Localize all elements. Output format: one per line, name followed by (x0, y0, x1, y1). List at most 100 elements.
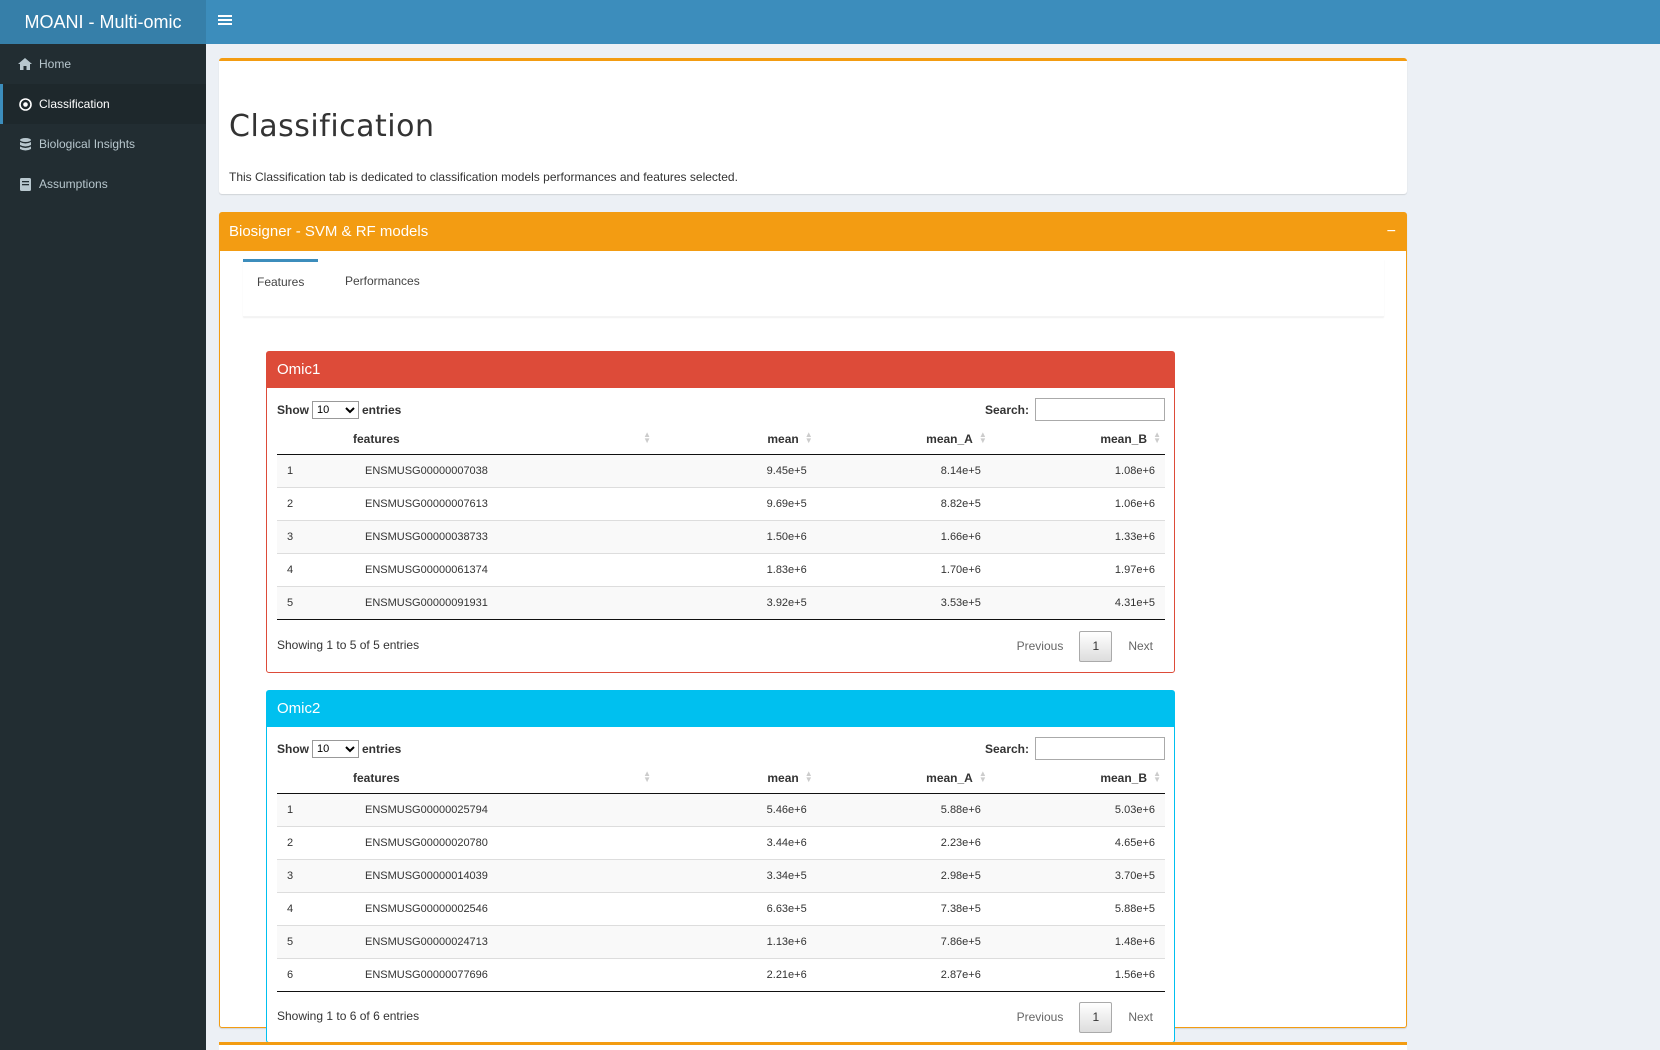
row-index: 6 (277, 957, 355, 991)
table-row: 2 ENSMUSG00000020780 3.44e+6 2.23e+6 4.6… (277, 825, 1165, 859)
mean-cell: 1.13e+6 (655, 924, 817, 958)
sidebar-item-classification[interactable]: Classification (0, 84, 206, 124)
mean-a-cell: 1.70e+6 (816, 552, 991, 586)
sidebar-item-label: Biological Insights (39, 137, 136, 151)
feature-cell: ENSMUSG00000024713 (355, 924, 655, 958)
mean-cell: 3.34e+5 (655, 858, 817, 892)
mean-a-cell: 3.53e+5 (816, 585, 991, 619)
collapse-icon[interactable]: − (1387, 213, 1396, 251)
page-title: Classification (229, 109, 435, 144)
next-button[interactable]: Next (1116, 1010, 1165, 1024)
sidebar-item-biological-insights[interactable]: Biological Insights (0, 124, 206, 164)
model-box-header: Biosigner - SVM & RF models − (220, 213, 1406, 251)
feature-cell: ENSMUSG00000038733 (355, 519, 655, 553)
entries-label: entries (362, 742, 402, 756)
tab-features[interactable]: Features (243, 259, 319, 302)
omic1-table: features ▲ ▼ mean ▲ ▼ mean_A ▲ ▼ mean_B ▲ ▼ 1 EN… (277, 424, 1165, 620)
mean-b-cell: 1.06e+6 (990, 486, 1165, 520)
model-box: Biosigner - SVM & RF models − Features P… (219, 212, 1407, 1043)
sidebar-item-label: Classification (39, 97, 110, 111)
next-box-edge (219, 1042, 1407, 1050)
home-icon (17, 56, 33, 72)
sort-icon: ▲ ▼ (643, 769, 651, 784)
mean-cell: 6.63e+5 (655, 891, 817, 925)
column-header-mean-a[interactable]: mean_A ▲ ▼ (816, 424, 991, 455)
table-row: 6 ENSMUSG00000077696 2.21e+6 2.87e+6 1.5… (277, 957, 1165, 991)
sort-icon: ▲ ▼ (978, 430, 987, 445)
sidebar-item-label: Home (39, 57, 72, 71)
mean-a-cell: 7.38e+5 (816, 891, 991, 925)
column-header-mean[interactable]: mean ▲ ▼ (655, 763, 817, 794)
mean-a-cell: 2.87e+6 (816, 957, 991, 991)
app-title[interactable]: MOANI - Multi-omic (0, 0, 206, 44)
table-row: 3 ENSMUSG00000014039 3.34e+5 2.98e+5 3.7… (277, 858, 1165, 892)
entries-label: entries (362, 403, 402, 417)
page-button[interactable]: 1 (1079, 630, 1113, 662)
table-row: 5 ENSMUSG00000091931 3.92e+5 3.53e+5 4.3… (277, 585, 1165, 619)
row-index: 5 (277, 585, 355, 619)
row-index: 4 (277, 552, 355, 586)
top-navbar: MOANI - Multi-omic (0, 0, 1660, 44)
table-info: Showing 1 to 5 of 5 entries (277, 638, 420, 652)
target-icon (17, 96, 33, 112)
intro-box: Classification This Classification tab i… (219, 58, 1407, 194)
previous-button[interactable]: Previous (1005, 639, 1076, 653)
feature-cell: ENSMUSG00000077696 (355, 957, 655, 991)
mean-a-cell: 8.14e+5 (816, 453, 991, 487)
omic2-table: features ▲ ▼ mean ▲ ▼ mean_A ▲ ▼ mean_B ▲ ▼ 1 EN… (277, 763, 1165, 992)
row-index: 3 (277, 858, 355, 892)
search-input[interactable] (1035, 398, 1165, 421)
table-row: 1 ENSMUSG00000025794 5.46e+6 5.88e+6 5.0… (277, 792, 1165, 826)
mean-cell: 5.46e+6 (655, 792, 817, 826)
column-header-mean[interactable]: mean ▲ ▼ (655, 424, 817, 455)
page-description: This Classification tab is dedicated to … (229, 170, 738, 184)
mean-cell: 3.92e+5 (655, 585, 817, 619)
tab-bar: Features Performances (243, 259, 1384, 317)
sidebar: Home Classification Biological Insights … (0, 44, 206, 1050)
previous-button[interactable]: Previous (1005, 1010, 1076, 1024)
table-row: 1 ENSMUSG00000007038 9.45e+5 8.14e+5 1.0… (277, 453, 1165, 487)
column-header-mean-a[interactable]: mean_A ▲ ▼ (816, 763, 991, 794)
table-row: 5 ENSMUSG00000024713 1.13e+6 7.86e+5 1.4… (277, 924, 1165, 958)
mean-cell: 9.45e+5 (655, 453, 817, 487)
column-header-mean-b[interactable]: mean_B ▲ ▼ (990, 763, 1165, 794)
search-input[interactable] (1035, 737, 1165, 760)
omic2-panel: Omic2 Show 10 entries Search: features ▲ ▼… (266, 690, 1175, 1043)
column-header-mean-b[interactable]: mean_B ▲ ▼ (990, 424, 1165, 455)
tab-performances[interactable]: Performances (331, 259, 434, 302)
mean-b-cell: 1.56e+6 (990, 957, 1165, 991)
row-index: 1 (277, 792, 355, 826)
sort-icon: ▲ ▼ (978, 769, 987, 784)
row-index: 2 (277, 486, 355, 520)
sort-icon: ▲ ▼ (1153, 430, 1161, 445)
mean-cell: 9.69e+5 (655, 486, 817, 520)
table-row: 2 ENSMUSG00000007613 9.69e+5 8.82e+5 1.0… (277, 486, 1165, 520)
next-button[interactable]: Next (1116, 639, 1165, 653)
pagination: Previous 1 Next (1005, 1001, 1165, 1033)
show-label: Show (277, 403, 309, 417)
search-label: Search: (984, 402, 1029, 417)
page-size-select[interactable]: 10 (312, 401, 359, 419)
mean-b-cell: 1.97e+6 (990, 552, 1165, 586)
sidebar-item-home[interactable]: Home (0, 44, 206, 84)
mean-b-cell: 4.65e+6 (990, 825, 1165, 859)
sort-icon: ▲ ▼ (804, 430, 813, 445)
mean-cell: 2.21e+6 (655, 957, 817, 991)
mean-a-cell: 2.23e+6 (816, 825, 991, 859)
column-header-features[interactable]: features ▲ ▼ (277, 424, 655, 455)
omic1-title: Omic1 (267, 352, 1174, 388)
page-size-select[interactable]: 10 (312, 740, 359, 758)
feature-cell: ENSMUSG00000061374 (355, 552, 655, 586)
book-icon (17, 176, 33, 192)
table-row: 4 ENSMUSG00000002546 6.63e+5 7.38e+5 5.8… (277, 891, 1165, 925)
mean-a-cell: 1.66e+6 (816, 519, 991, 553)
model-box-title: Biosigner - SVM & RF models (229, 223, 429, 240)
sidebar-item-assumptions[interactable]: Assumptions (0, 164, 206, 204)
page-button[interactable]: 1 (1079, 1001, 1113, 1033)
sort-icon: ▲ ▼ (804, 769, 813, 784)
column-header-features[interactable]: features ▲ ▼ (277, 763, 655, 794)
sidebar-toggle-icon[interactable] (206, 0, 244, 44)
mean-b-cell: 1.33e+6 (990, 519, 1165, 553)
row-index: 2 (277, 825, 355, 859)
sort-icon: ▲ ▼ (643, 430, 651, 445)
